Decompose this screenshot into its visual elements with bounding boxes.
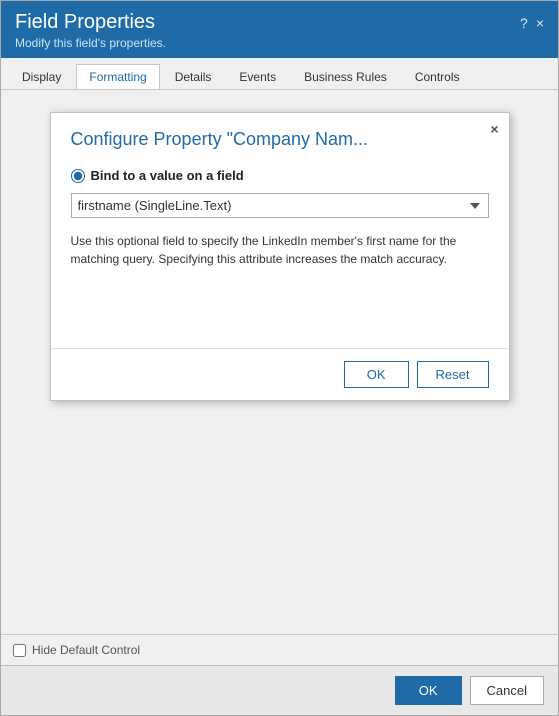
panel-title: Field Properties (15, 11, 166, 34)
action-cancel-button[interactable]: Cancel (470, 676, 544, 705)
field-properties-panel: Field Properties Modify this field's pro… (0, 0, 559, 716)
hide-default-row: Hide Default Control (13, 643, 546, 657)
modal-content: Bind to a value on a field firstname (Si… (51, 158, 509, 288)
tab-display[interactable]: Display (9, 64, 74, 89)
dropdown-row: firstname (SingleLine.Text) (71, 193, 489, 218)
radio-label: Bind to a value on a field (91, 168, 244, 183)
action-ok-button[interactable]: OK (395, 676, 462, 705)
hide-default-label: Hide Default Control (32, 643, 140, 657)
modal-title: Configure Property "Company Nam... (51, 113, 509, 158)
close-icon[interactable]: × (536, 15, 544, 31)
panel-header: Field Properties Modify this field's pro… (1, 1, 558, 58)
modal-close-button[interactable]: × (490, 121, 498, 137)
description-text: Use this optional field to specify the L… (71, 232, 489, 268)
hide-default-checkbox[interactable] (13, 644, 26, 657)
bind-radio[interactable] (71, 169, 85, 183)
modal-reset-button[interactable]: Reset (417, 361, 489, 388)
tab-events[interactable]: Events (226, 64, 289, 89)
modal-ok-button[interactable]: OK (344, 361, 409, 388)
tab-formatting[interactable]: Formatting (76, 64, 159, 89)
tab-controls[interactable]: Controls (402, 64, 473, 89)
tab-details[interactable]: Details (162, 64, 225, 89)
modal-footer: OK Reset (51, 348, 509, 400)
modal-dialog: × Configure Property "Company Nam... Bin… (50, 112, 510, 401)
action-bar: OK Cancel (1, 665, 558, 715)
help-icon[interactable]: ? (520, 15, 528, 31)
field-dropdown[interactable]: firstname (SingleLine.Text) (71, 193, 489, 218)
bottom-section: Hide Default Control (1, 634, 558, 665)
panel-body: × Configure Property "Company Nam... Bin… (1, 90, 558, 634)
title-block: Field Properties Modify this field's pro… (15, 11, 166, 50)
radio-row: Bind to a value on a field (71, 168, 489, 183)
tabs-row: Display Formatting Details Events Busine… (1, 58, 558, 90)
panel-subtitle: Modify this field's properties. (15, 36, 166, 50)
header-icons: ? × (520, 15, 544, 31)
tab-business-rules[interactable]: Business Rules (291, 64, 400, 89)
modal-overlay: × Configure Property "Company Nam... Bin… (13, 102, 546, 622)
